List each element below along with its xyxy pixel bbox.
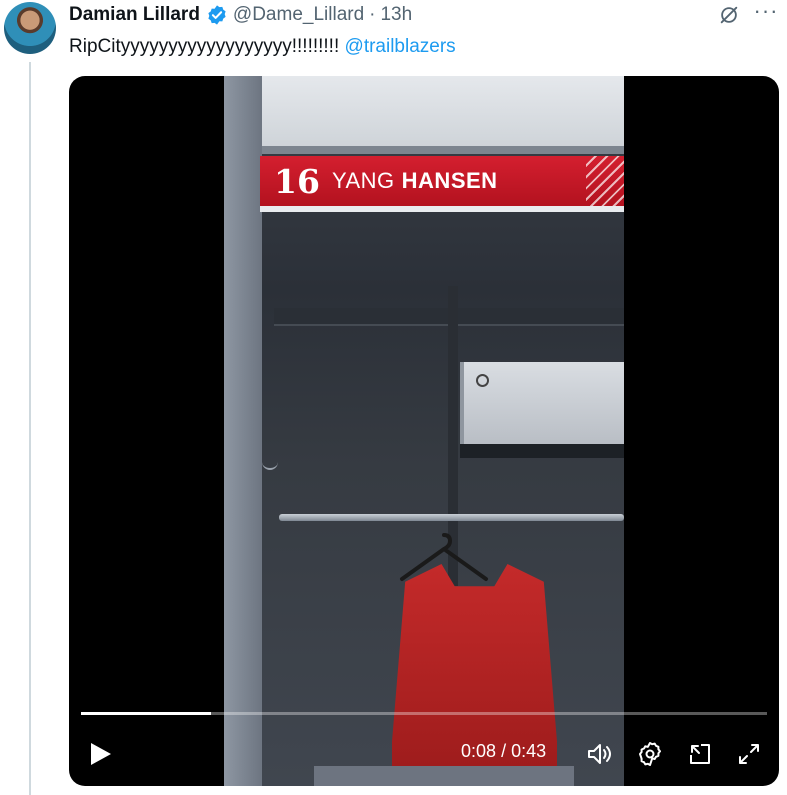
locker-safe-box	[460, 362, 624, 444]
author-handle[interactable]: @Dame_Lillard	[233, 4, 364, 26]
locker-top-panel	[262, 76, 624, 146]
nameplate-stripes	[586, 156, 624, 206]
locker-nameplate: 16 YANG HANSEN	[260, 156, 624, 212]
author-name[interactable]: Damian Lillard	[69, 4, 200, 26]
settings-icon[interactable]	[636, 740, 664, 768]
locker-hook	[262, 458, 278, 470]
safe-knob	[476, 374, 489, 387]
verified-badge-icon	[208, 5, 226, 25]
more-icon[interactable]: ···	[752, 0, 780, 24]
separator-dot: ·	[369, 4, 376, 25]
nameplate-last-name: HANSEN	[401, 168, 498, 193]
nameplate-number: 16	[274, 161, 320, 201]
video-progress-fill	[81, 712, 212, 715]
nameplate-first-name: YANG	[331, 168, 395, 193]
mention-link[interactable]: @trailblazers	[345, 36, 456, 57]
video-frame: 16 YANG HANSEN	[224, 76, 624, 786]
avatar[interactable]	[4, 2, 56, 54]
grok-icon[interactable]	[718, 4, 740, 26]
locker-rail	[262, 146, 624, 154]
time-separator: /	[501, 741, 507, 761]
tweet-body: RipCityyyyyyyyyyyyyyyyyy!!!!!!!!!	[69, 36, 340, 57]
video-player[interactable]: 16 YANG HANSEN 0:08 / 0:43	[69, 76, 779, 786]
tweet-text: RipCityyyyyyyyyyyyyyyyyy!!!!!!!!! @trail…	[69, 36, 456, 58]
current-time: 0:08	[461, 741, 497, 761]
play-icon[interactable]	[87, 740, 113, 768]
duration: 0:43	[511, 741, 547, 761]
video-time: 0:08 / 0:43	[461, 741, 546, 762]
tweet-header: Damian Lillard @Dame_Lillard · 13h	[69, 2, 412, 28]
video-progress-bar[interactable]	[81, 712, 767, 715]
locker-box-shadow	[460, 444, 624, 458]
locker-floor	[314, 766, 574, 786]
fullscreen-icon[interactable]	[735, 740, 763, 768]
volume-icon[interactable]	[585, 740, 613, 768]
hanging-rod	[279, 514, 624, 521]
thread-line	[29, 62, 31, 795]
picture-in-picture-icon[interactable]	[686, 740, 714, 768]
tweet-time[interactable]: 13h	[380, 4, 412, 26]
locker-frame	[224, 76, 262, 786]
